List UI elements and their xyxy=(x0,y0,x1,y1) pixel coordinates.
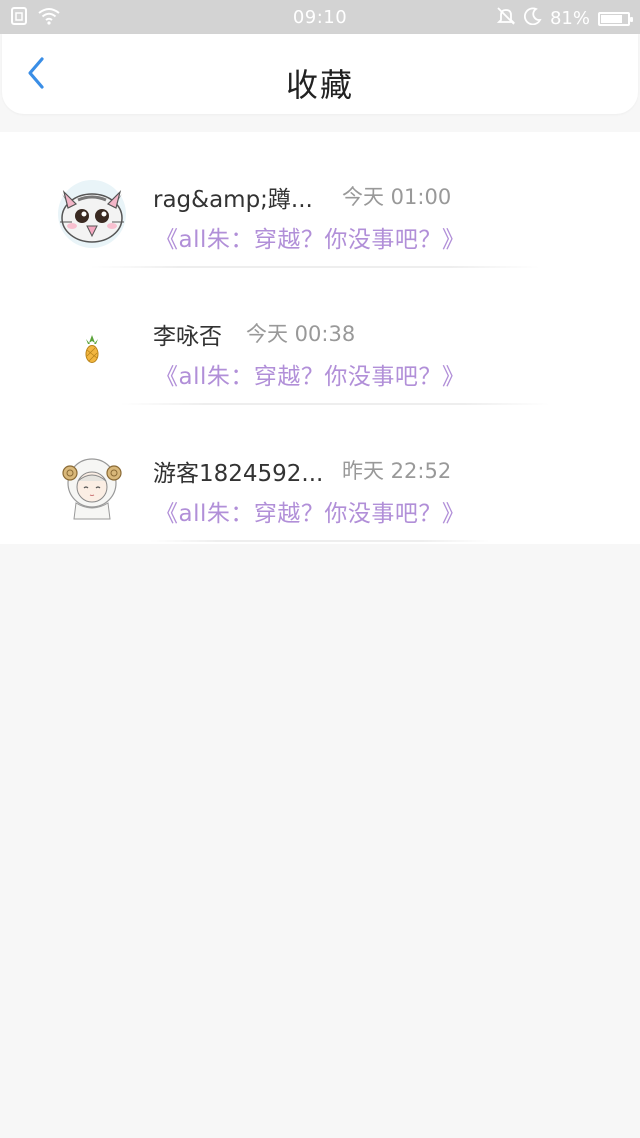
item-time: 今天 00:38 xyxy=(246,322,356,346)
status-right-icons: 81% xyxy=(496,6,633,31)
item-name: 游客1824592... xyxy=(153,461,324,487)
moon-icon xyxy=(523,7,542,30)
list-item[interactable]: 游客1824592... 昨天 22:52 《all朱：穿越？你没事吧？》 xyxy=(0,406,640,542)
list-item[interactable]: rag&amp;蹲... 今天 01:00 《all朱：穿越？你没事吧？》 xyxy=(0,132,640,268)
battery-text: 81% xyxy=(549,8,590,29)
cat-avatar[interactable] xyxy=(52,172,132,252)
status-bar: 09:10 81% xyxy=(0,0,640,34)
favorites-list: rag&amp;蹲... 今天 01:00 《all朱：穿越？你没事吧？》 李咏… xyxy=(0,132,640,544)
item-book-title[interactable]: 《all朱：穿越？你没事吧？》 xyxy=(155,494,465,528)
item-name: 李咏否 xyxy=(153,324,222,350)
pineapple-avatar[interactable] xyxy=(52,309,132,389)
divider xyxy=(90,266,540,268)
battery-fill xyxy=(601,14,623,23)
item-time: 今天 01:00 xyxy=(342,185,452,209)
item-name: rag&amp;蹲... xyxy=(153,187,313,213)
page-title: 收藏 xyxy=(285,66,354,104)
battery-icon xyxy=(598,11,633,26)
divider xyxy=(120,403,550,405)
header: 收藏 xyxy=(2,34,638,114)
item-book-title[interactable]: 《all朱：穿越？你没事吧？》 xyxy=(155,357,465,391)
item-time: 昨天 22:52 xyxy=(342,459,452,483)
list-item[interactable]: 李咏否 今天 00:38 《all朱：穿越？你没事吧？》 xyxy=(0,269,640,405)
divider xyxy=(150,540,490,542)
sheep-girl-avatar[interactable] xyxy=(52,446,132,526)
item-book-title[interactable]: 《all朱：穿越？你没事吧？》 xyxy=(155,220,465,254)
mute-icon xyxy=(496,6,516,31)
